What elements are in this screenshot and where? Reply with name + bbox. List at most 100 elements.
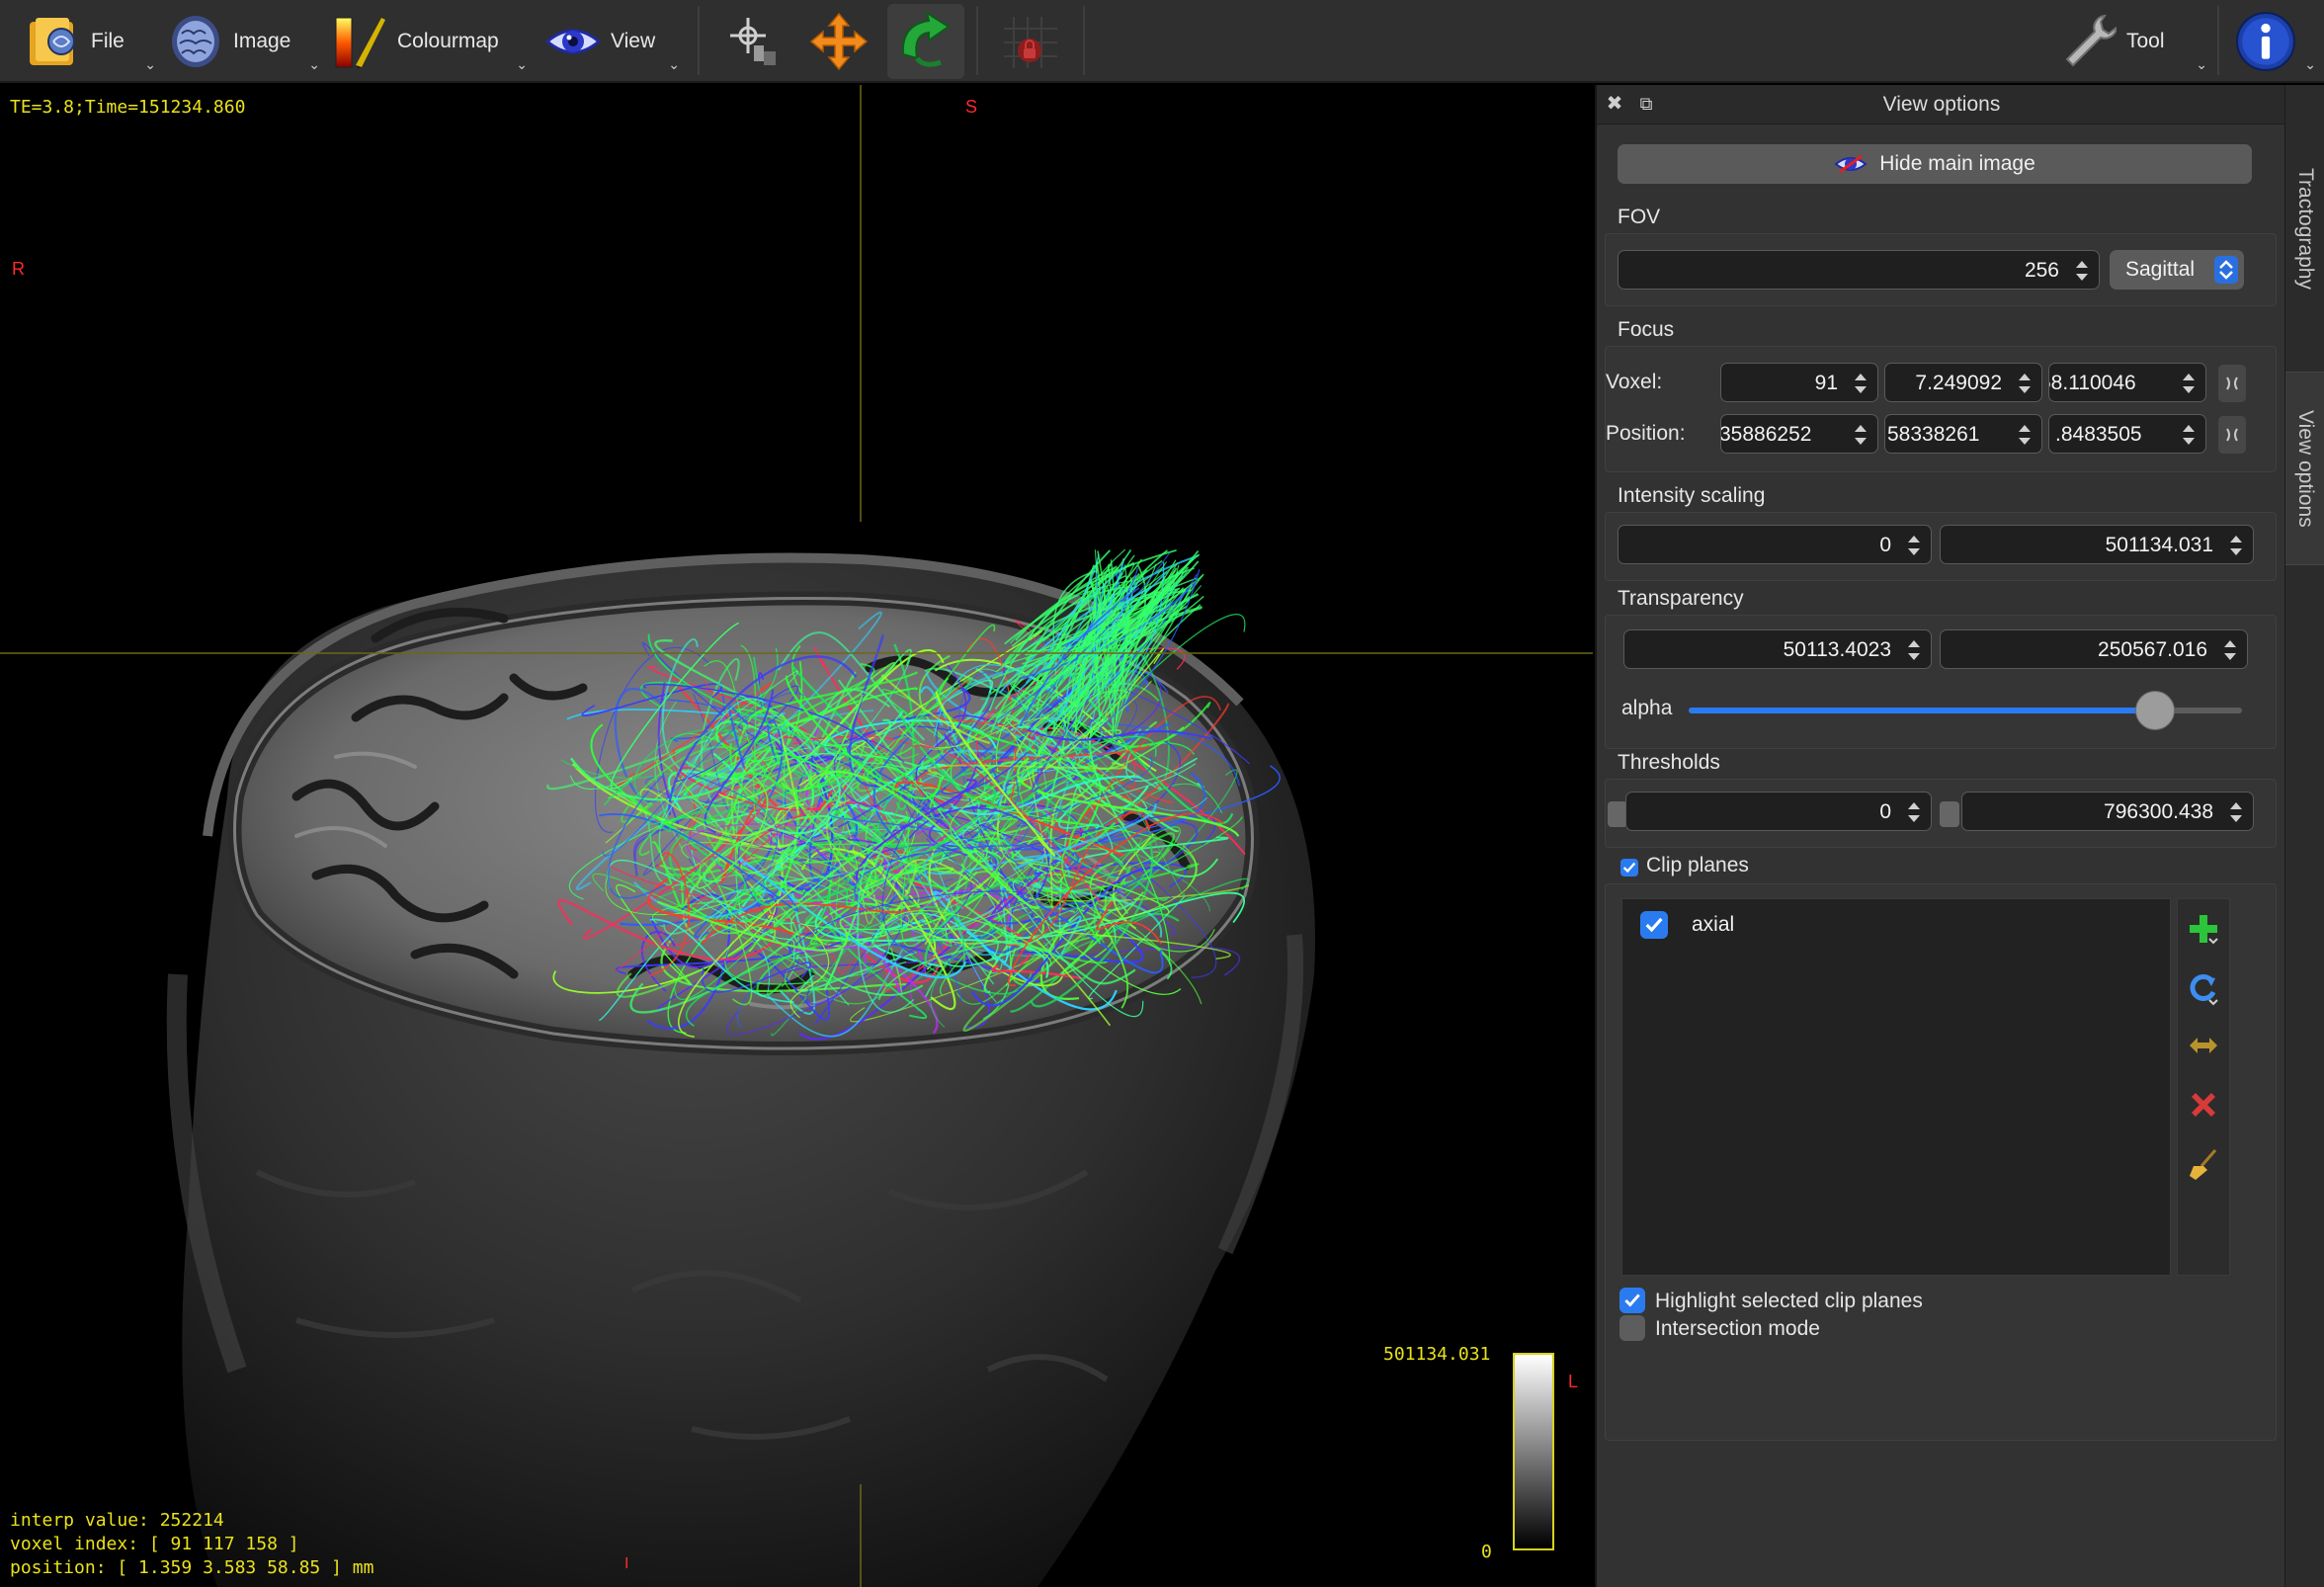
voxel-x-spinbox[interactable]: 91 bbox=[1720, 363, 1878, 402]
tool-menu-button[interactable]: Tool ⌄ bbox=[2061, 6, 2207, 77]
clip-plane-list[interactable]: axial bbox=[1621, 898, 2171, 1276]
chevron-down-icon: ⌄ bbox=[516, 56, 528, 72]
lock-view-button[interactable] bbox=[992, 4, 1069, 79]
position-z-spinbox[interactable]: .8483505 bbox=[2048, 414, 2206, 454]
delete-plane-icon[interactable] bbox=[2186, 1087, 2221, 1123]
rotate-plane-icon[interactable] bbox=[2186, 970, 2221, 1006]
position-y-spinbox[interactable]: 58338261 bbox=[1884, 414, 2042, 454]
info-icon bbox=[2236, 12, 2295, 71]
intensity-min-spinbox[interactable]: 0 bbox=[1618, 525, 1932, 564]
flip-plane-icon[interactable] bbox=[2186, 1028, 2221, 1063]
panel-title: View options bbox=[1882, 93, 2001, 116]
chevron-down-icon: ⌄ bbox=[144, 56, 156, 72]
checkmark-icon bbox=[1645, 917, 1663, 933]
clip-plane-name: axial bbox=[1692, 913, 1735, 936]
intersection-mode-checkbox[interactable] bbox=[1619, 1315, 1645, 1341]
voxel-z-spinbox[interactable]: 58.110046 bbox=[2048, 363, 2206, 402]
plane-select[interactable]: Sagittal bbox=[2110, 250, 2244, 290]
voxel-y-spinbox[interactable]: 7.249092 bbox=[1884, 363, 2042, 402]
threshold-min-value: 0 bbox=[1879, 800, 1891, 823]
tab-view-options-label: View options bbox=[2294, 409, 2317, 528]
transparency-min-value: 50113.4023 bbox=[1783, 638, 1891, 661]
chevron-down-icon: ⌄ bbox=[2304, 56, 2316, 72]
crosshair-mode-icon bbox=[730, 18, 776, 65]
intensity-scaling-label: Intensity scaling bbox=[1618, 484, 1766, 507]
spin-arrows-icon bbox=[1908, 640, 1920, 660]
link-icon bbox=[2226, 428, 2238, 442]
voxel-x-value: 91 bbox=[1814, 372, 1838, 394]
colourmap-icon bbox=[335, 17, 385, 69]
copy-voxel-button[interactable] bbox=[2218, 365, 2246, 402]
intensity-max-spinbox[interactable]: 501134.031 bbox=[1940, 525, 2254, 564]
render-viewport[interactable]: TE=3.8;Time=151234.860 S R L I 501134.03… bbox=[0, 85, 1593, 1587]
tab-tractography-label: Tractography bbox=[2294, 167, 2317, 290]
highlight-clip-planes-checkbox[interactable] bbox=[1619, 1288, 1645, 1313]
intensity-max-value: 501134.031 bbox=[2105, 534, 2213, 556]
transparency-min-spinbox[interactable]: 50113.4023 bbox=[1623, 629, 1932, 669]
chevron-down-icon: ⌄ bbox=[2196, 56, 2207, 72]
transparency-group: 50113.4023 250567.016 alpha bbox=[1605, 615, 2277, 749]
wrench-icon bbox=[2065, 14, 2116, 67]
tab-tractography[interactable]: Tractography bbox=[2285, 105, 2324, 352]
tab-view-options[interactable]: View options bbox=[2285, 372, 2324, 565]
image-menu-button[interactable]: Image ⌄ bbox=[168, 6, 320, 77]
rotate-mode-icon bbox=[901, 11, 951, 67]
position-x-spinbox[interactable]: 35886252 bbox=[1720, 414, 1878, 454]
spin-arrows-icon bbox=[2180, 369, 2198, 398]
focus-group: Voxel: 91 7.249092 58.110046 Position: 3… bbox=[1605, 346, 2277, 472]
lock-grid-icon bbox=[1004, 17, 1057, 68]
alpha-slider-knob[interactable] bbox=[2135, 691, 2176, 730]
voxel-label: Voxel: bbox=[1606, 371, 1663, 393]
list-item[interactable]: axial bbox=[1622, 899, 2172, 943]
colorbar-min-label: 0 bbox=[1481, 1542, 1492, 1562]
clip-plane-toolbar bbox=[2177, 898, 2230, 1276]
spin-arrows-icon bbox=[2230, 802, 2242, 822]
add-plane-icon[interactable] bbox=[2186, 911, 2221, 947]
move-mode-button[interactable] bbox=[800, 4, 877, 79]
panel-title-bar: ✖ ⧉ View options bbox=[1597, 85, 2286, 125]
fov-value: 256 bbox=[2024, 259, 2059, 282]
intersection-mode-label: Intersection mode bbox=[1655, 1317, 1820, 1340]
spin-arrows-icon bbox=[2180, 420, 2198, 450]
orientation-inferior-label: I bbox=[624, 1555, 629, 1572]
fov-group: 256 Sagittal bbox=[1605, 233, 2277, 306]
file-menu-button[interactable]: File ⌄ bbox=[26, 6, 156, 77]
clip-planes-checkbox[interactable] bbox=[1620, 859, 1638, 877]
clear-planes-icon[interactable] bbox=[2186, 1146, 2221, 1182]
fov-spinbox[interactable]: 256 bbox=[1618, 250, 2100, 290]
plane-select-value: Sagittal bbox=[2125, 258, 2196, 281]
spin-arrows-icon bbox=[2230, 536, 2242, 555]
view-menu-button[interactable]: View ⌄ bbox=[545, 6, 680, 77]
threshold-min-spinbox[interactable]: 0 bbox=[1625, 792, 1932, 831]
hide-main-image-label: Hide main image bbox=[1879, 152, 2035, 175]
alpha-slider[interactable] bbox=[1689, 691, 2242, 730]
main-toolbar: File ⌄ Image ⌄ Colourmap ⌄ View ⌄ Tool ⌄… bbox=[0, 0, 2324, 83]
colorbar bbox=[1513, 1353, 1554, 1550]
rotate-mode-button[interactable] bbox=[887, 4, 964, 79]
intensity-min-value: 0 bbox=[1879, 534, 1891, 556]
image-header-text: TE=3.8;Time=151234.860 bbox=[10, 97, 246, 118]
file-menu-label: File bbox=[91, 30, 124, 52]
crosshair-mode-button[interactable] bbox=[715, 4, 792, 79]
position-x-value: 35886252 bbox=[1720, 423, 1812, 446]
copy-position-button[interactable] bbox=[2218, 416, 2246, 454]
transparency-max-spinbox[interactable]: 250567.016 bbox=[1940, 629, 2248, 669]
chevron-down-icon: ⌄ bbox=[668, 56, 680, 72]
colorbar-max-label: 501134.031 bbox=[1383, 1344, 1491, 1365]
volume-render bbox=[0, 85, 1593, 1587]
orientation-left-label: L bbox=[1568, 1372, 1579, 1391]
info-button[interactable]: ⌄ bbox=[2235, 6, 2316, 77]
view-options-panel: ✖ ⧉ View options Hide main image FOV 256… bbox=[1595, 85, 2286, 1587]
threshold-min-toggle[interactable] bbox=[1608, 801, 1627, 827]
voxel-z-value: 58.110046 bbox=[2048, 372, 2136, 394]
threshold-max-toggle[interactable] bbox=[1940, 801, 1959, 827]
colourmap-menu-button[interactable]: Colourmap ⌄ bbox=[332, 6, 528, 77]
hide-main-image-button[interactable]: Hide main image bbox=[1618, 144, 2252, 184]
clip-plane-axial-checkbox[interactable] bbox=[1640, 911, 1668, 939]
threshold-max-spinbox[interactable]: 796300.438 bbox=[1961, 792, 2254, 831]
focus-label: Focus bbox=[1618, 318, 1675, 341]
spin-arrows-icon bbox=[1855, 374, 1867, 393]
tool-menu-label: Tool bbox=[2126, 30, 2165, 52]
chevron-down-icon: ⌄ bbox=[308, 56, 320, 72]
alpha-label: alpha bbox=[1621, 697, 1673, 719]
